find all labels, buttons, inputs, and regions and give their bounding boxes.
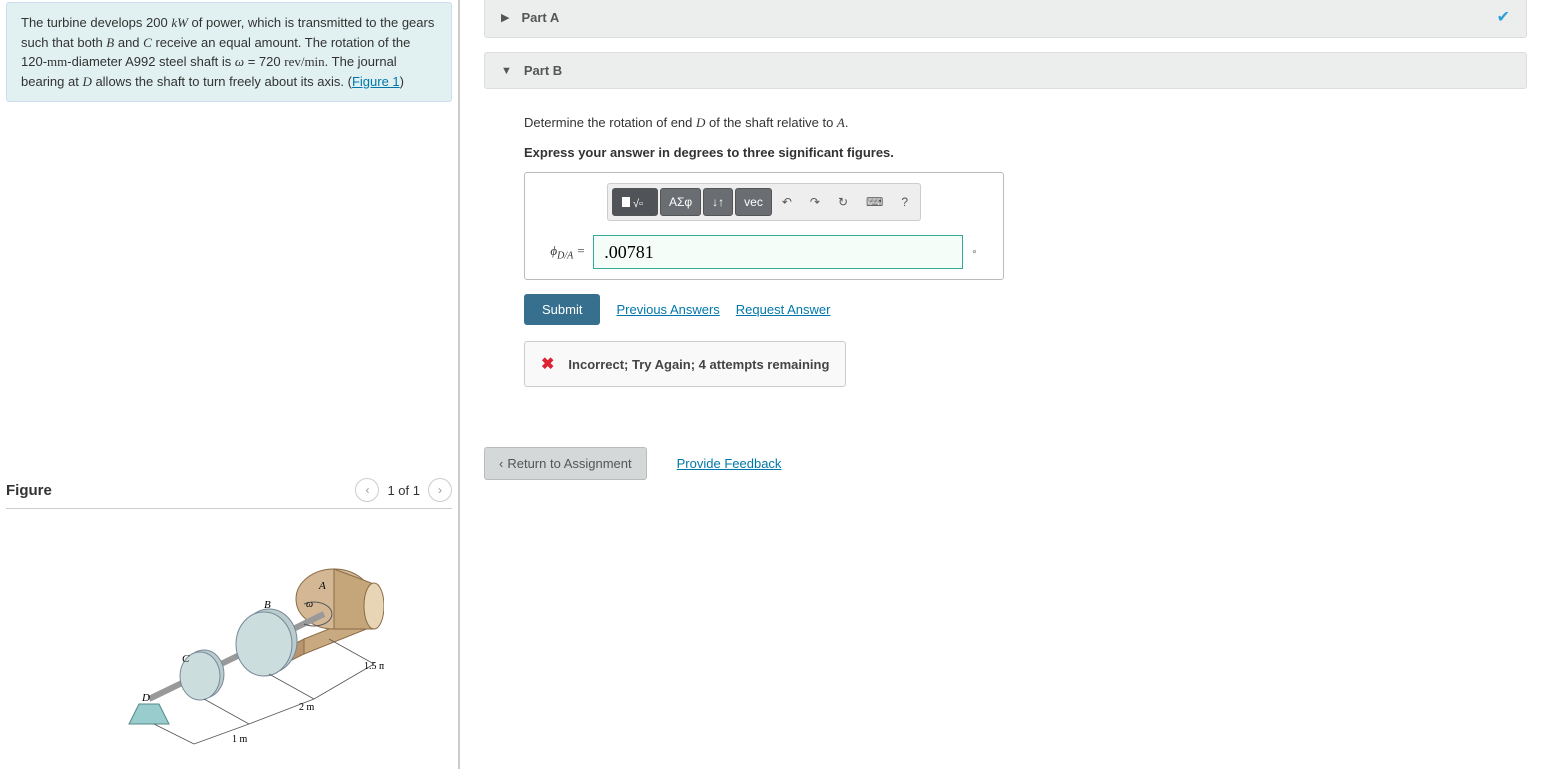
answer-box: √▫ ΑΣφ ↓↑ vec ↶ ↷ ↻ ⌨ ? ϕD/A = ∘	[524, 172, 1004, 280]
return-button[interactable]: ‹ Return to Assignment	[484, 447, 647, 480]
figure-header: Figure ‹ 1 of 1 ›	[6, 478, 452, 509]
svg-text:√▫: √▫	[633, 198, 643, 210]
reset-button[interactable]: ↻	[830, 188, 856, 216]
request-answer-link[interactable]: Request Answer	[736, 302, 831, 317]
part-b-header[interactable]: ▼ Part B	[484, 52, 1527, 89]
problem-text: -diameter A992 steel shaft is	[67, 54, 235, 69]
figure-counter: 1 of 1	[387, 483, 420, 498]
subscript-button[interactable]: ↓↑	[703, 188, 733, 216]
left-panel: The turbine develops 200 kW of power, wh…	[0, 0, 460, 769]
label-b: B	[264, 599, 271, 611]
var-c: C	[143, 35, 152, 50]
math-toolbar: √▫ ΑΣφ ↓↑ vec ↶ ↷ ↻ ⌨ ?	[607, 183, 921, 221]
dim-1-5m: 1.5 m	[364, 661, 384, 672]
figure-link[interactable]: Figure 1	[352, 74, 400, 89]
var-a: A	[837, 115, 845, 130]
shaft-diagram: A B C D ω 1.5 m 2 m 1 m	[74, 529, 384, 749]
undo-icon: ↶	[782, 195, 792, 209]
feedback-box: ✖ Incorrect; Try Again; 4 attempts remai…	[524, 341, 846, 387]
provide-feedback-link[interactable]: Provide Feedback	[677, 456, 782, 471]
part-a-label: Part A	[521, 10, 559, 25]
dim-2m: 2 m	[299, 702, 315, 713]
redo-icon: ↷	[810, 195, 820, 209]
figure-nav: ‹ 1 of 1 ›	[355, 478, 452, 502]
chevron-left-icon: ‹	[499, 456, 503, 471]
right-panel: ▶ Part A ✔ ▼ Part B Determine the rotati…	[460, 0, 1551, 769]
problem-text: = 720	[244, 54, 284, 69]
submit-row: Submit Previous Answers Request Answer	[524, 294, 1527, 325]
templates-button[interactable]: √▫	[612, 188, 658, 216]
problem-text: )	[400, 74, 404, 89]
var-d: D	[82, 74, 91, 89]
label-c: C	[182, 653, 190, 665]
figure-next-button[interactable]: ›	[428, 478, 452, 502]
problem-statement: The turbine develops 200 kW of power, wh…	[6, 2, 452, 102]
dim-1m: 1 m	[232, 734, 248, 745]
greek-button[interactable]: ΑΣφ	[660, 188, 701, 216]
part-b-content: Determine the rotation of end D of the s…	[484, 99, 1527, 407]
part-b-label: Part B	[524, 63, 562, 78]
templates-icon: √▫	[621, 194, 649, 210]
answer-input[interactable]	[593, 235, 963, 269]
reset-icon: ↻	[838, 195, 848, 209]
figure-prev-button[interactable]: ‹	[355, 478, 379, 502]
previous-answers-link[interactable]: Previous Answers	[616, 302, 719, 317]
question-text: Determine the rotation of end D of the s…	[524, 115, 1527, 131]
vector-button[interactable]: vec	[735, 188, 772, 216]
return-label: Return to Assignment	[507, 456, 631, 471]
label-d: D	[141, 692, 150, 704]
unit-kw: kW	[171, 15, 188, 30]
answer-variable-label: ϕD/A =	[550, 243, 585, 262]
redo-button[interactable]: ↷	[802, 188, 828, 216]
incorrect-icon: ✖	[541, 354, 554, 374]
expand-icon: ▶	[501, 11, 509, 24]
help-button[interactable]: ?	[893, 188, 916, 216]
figure-section: Figure ‹ 1 of 1 ›	[6, 478, 452, 749]
app-root: The turbine develops 200 kW of power, wh…	[0, 0, 1551, 769]
label-a: A	[318, 580, 326, 592]
figure-image: A B C D ω 1.5 m 2 m 1 m	[6, 529, 452, 749]
unit-mm: mm	[47, 54, 67, 69]
bottom-row: ‹ Return to Assignment Provide Feedback	[484, 447, 1527, 480]
label-omega: ω	[306, 599, 313, 610]
check-icon: ✔	[1497, 7, 1510, 27]
unit-revmin: rev/min	[284, 54, 324, 69]
keyboard-icon: ⌨	[866, 195, 883, 209]
part-a-header[interactable]: ▶ Part A ✔	[484, 0, 1527, 38]
answer-instruction: Express your answer in degrees to three …	[524, 145, 1527, 160]
feedback-text: Incorrect; Try Again; 4 attempts remaini…	[568, 357, 829, 372]
var-d: D	[696, 115, 705, 130]
problem-text: The turbine develops 200	[21, 15, 171, 30]
submit-button[interactable]: Submit	[524, 294, 600, 325]
collapse-icon: ▼	[501, 65, 512, 77]
figure-title: Figure	[6, 482, 52, 499]
answer-row: ϕD/A = ∘	[535, 235, 993, 269]
var-omega: ω	[235, 54, 244, 69]
problem-text: allows the shaft to turn freely about it…	[92, 74, 352, 89]
keyboard-button[interactable]: ⌨	[858, 188, 891, 216]
undo-button[interactable]: ↶	[774, 188, 800, 216]
unit-degree: ∘	[971, 247, 977, 258]
problem-text: and	[114, 35, 143, 50]
